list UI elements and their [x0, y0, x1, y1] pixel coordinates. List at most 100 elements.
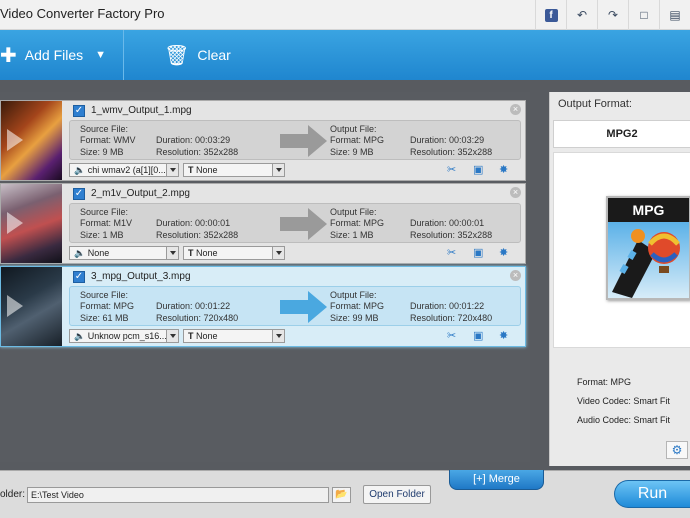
- format-preview[interactable]: MPG: [553, 152, 690, 348]
- output-resolution-value: 352x288: [457, 230, 493, 240]
- chevron-down-icon[interactable]: [272, 330, 284, 342]
- file-name: 2_m1v_Output_2.mpg: [91, 188, 190, 199]
- source-format: Format: MPG: [80, 301, 134, 311]
- add-files-label: Add Files: [24, 47, 84, 63]
- chevron-down-icon[interactable]: [272, 247, 284, 259]
- effect-icon[interactable]: ✸: [499, 329, 508, 342]
- redo-icon[interactable]: ↷: [597, 0, 628, 30]
- effect-icon[interactable]: ✸: [499, 246, 508, 259]
- format-prop: Format: MPG: [577, 377, 632, 387]
- output-folder-label: older:: [0, 489, 26, 500]
- title-bar: Video Converter Factory Pro f ↶ ↷ □ ▤: [0, 0, 690, 30]
- video-thumbnail[interactable]: [1, 184, 62, 263]
- duration-label: Duration:: [410, 301, 447, 311]
- chevron-down-icon[interactable]: [166, 247, 178, 259]
- crop-icon[interactable]: ▣: [473, 329, 483, 342]
- subtitle-value: None: [196, 331, 218, 341]
- source-size-value: 1 MB: [102, 230, 124, 240]
- source-resolution-value: 352x288: [203, 230, 239, 240]
- toolbar: ✚ Add Files ▼ 🗑 Clear: [0, 30, 690, 80]
- trim-icon[interactable]: ✂: [447, 246, 456, 259]
- convert-arrow-icon: [280, 291, 327, 323]
- subtitle-select[interactable]: T None: [183, 246, 285, 260]
- output-size: Size: 9 MB: [330, 147, 374, 157]
- run-button[interactable]: Run: [614, 480, 690, 508]
- convert-arrow-icon: [280, 208, 327, 240]
- trim-icon[interactable]: ✂: [447, 163, 456, 176]
- output-format: Format: MPG: [330, 218, 384, 228]
- file-item[interactable]: ✓ 2_m1v_Output_2.mpg × Source File: Form…: [0, 183, 526, 264]
- merge-button[interactable]: [+] Merge: [449, 470, 544, 490]
- crop-icon[interactable]: ▣: [473, 246, 483, 259]
- output-format: Format: MPG: [330, 301, 384, 311]
- format-label: Format:: [330, 301, 362, 311]
- register-icon[interactable]: ▤: [659, 0, 690, 30]
- file-item[interactable]: ✓ 1_wmv_Output_1.mpg × Source File: Form…: [0, 100, 526, 181]
- effect-icon[interactable]: ✸: [499, 163, 508, 176]
- source-size: Size: 9 MB: [80, 147, 124, 157]
- chat-icon[interactable]: □: [628, 0, 659, 30]
- clear-button[interactable]: 🗑 Clear: [164, 30, 231, 80]
- source-format-value: WMV: [113, 135, 136, 145]
- audio-track-value: chi wmav2 (a[1][0...: [87, 165, 166, 175]
- source-resolution-value: 720x480: [203, 313, 239, 323]
- close-icon[interactable]: ×: [510, 270, 521, 281]
- audio-track-select[interactable]: 🔈 Unknow pcm_s16...: [69, 329, 179, 343]
- source-resolution: Resolution: 720x480: [156, 313, 238, 323]
- video-codec-prop: Video Codec: Smart Fit: [577, 396, 670, 406]
- window-title: Video Converter Factory Pro: [0, 6, 165, 21]
- file-checkbox[interactable]: ✓: [73, 105, 85, 117]
- close-icon[interactable]: ×: [510, 187, 521, 198]
- open-folder-button[interactable]: Open Folder: [363, 485, 431, 504]
- subtitle-select[interactable]: T None: [183, 163, 285, 177]
- mpg-format-icon[interactable]: MPG: [606, 196, 690, 300]
- output-duration-value: 00:01:22: [449, 301, 485, 311]
- source-size-value: 9 MB: [102, 147, 124, 157]
- output-folder-input[interactable]: E:\Test Video: [27, 487, 329, 503]
- play-icon[interactable]: [7, 212, 23, 234]
- close-icon[interactable]: ×: [510, 104, 521, 115]
- file-checkbox[interactable]: ✓: [73, 188, 85, 200]
- facebook-icon[interactable]: f: [535, 0, 566, 30]
- file-name: 3_mpg_Output_3.mpg: [91, 271, 191, 282]
- subtitle-select[interactable]: T None: [183, 329, 285, 343]
- output-resolution: Resolution: 720x480: [410, 313, 492, 323]
- output-resolution-value: 352x288: [457, 147, 493, 157]
- crop-icon[interactable]: ▣: [473, 163, 483, 176]
- play-icon[interactable]: [7, 295, 23, 317]
- output-duration: Duration: 00:03:29: [410, 135, 484, 145]
- audio-track-select[interactable]: 🔈 None: [69, 246, 179, 260]
- output-duration-value: 00:03:29: [449, 135, 485, 145]
- format-label: Format:: [80, 301, 112, 311]
- output-resolution-value: 720x480: [457, 313, 493, 323]
- output-format-name[interactable]: MPG2: [553, 120, 690, 148]
- file-item[interactable]: ✓ 3_mpg_Output_3.mpg × Source File: Form…: [0, 266, 526, 347]
- source-size-value: 61 MB: [102, 313, 129, 323]
- audio-track-select[interactable]: 🔈 chi wmav2 (a[1][0...: [69, 163, 179, 177]
- resolution-label: Resolution:: [156, 313, 202, 323]
- source-file-label: Source File:: [80, 124, 129, 134]
- video-thumbnail[interactable]: [1, 101, 62, 180]
- format-label: Format:: [330, 135, 362, 145]
- duration-label: Duration:: [156, 135, 193, 145]
- chevron-down-icon[interactable]: [166, 330, 178, 342]
- output-duration: Duration: 00:00:01: [410, 218, 484, 228]
- file-checkbox[interactable]: ✓: [73, 271, 85, 283]
- gear-icon[interactable]: ⚙: [666, 441, 688, 459]
- folder-browse-icon[interactable]: 📂: [332, 487, 351, 503]
- mpg-icon-label: MPG: [608, 198, 689, 222]
- size-label: Size:: [330, 230, 351, 240]
- resolution-label: Resolution:: [410, 147, 456, 157]
- add-files-button[interactable]: ✚ Add Files ▼: [0, 30, 106, 80]
- video-thumbnail[interactable]: [1, 267, 62, 346]
- undo-icon[interactable]: ↶: [566, 0, 597, 30]
- source-duration-value: 00:00:01: [195, 218, 231, 228]
- chevron-down-icon[interactable]: ▼: [95, 49, 106, 61]
- trim-icon[interactable]: ✂: [447, 329, 456, 342]
- play-icon[interactable]: [7, 129, 23, 151]
- chevron-down-icon[interactable]: [166, 164, 178, 176]
- clear-label: Clear: [197, 47, 231, 63]
- subtitle-value: None: [196, 248, 218, 258]
- chevron-down-icon[interactable]: [272, 164, 284, 176]
- output-file-label: Output File:: [330, 290, 377, 300]
